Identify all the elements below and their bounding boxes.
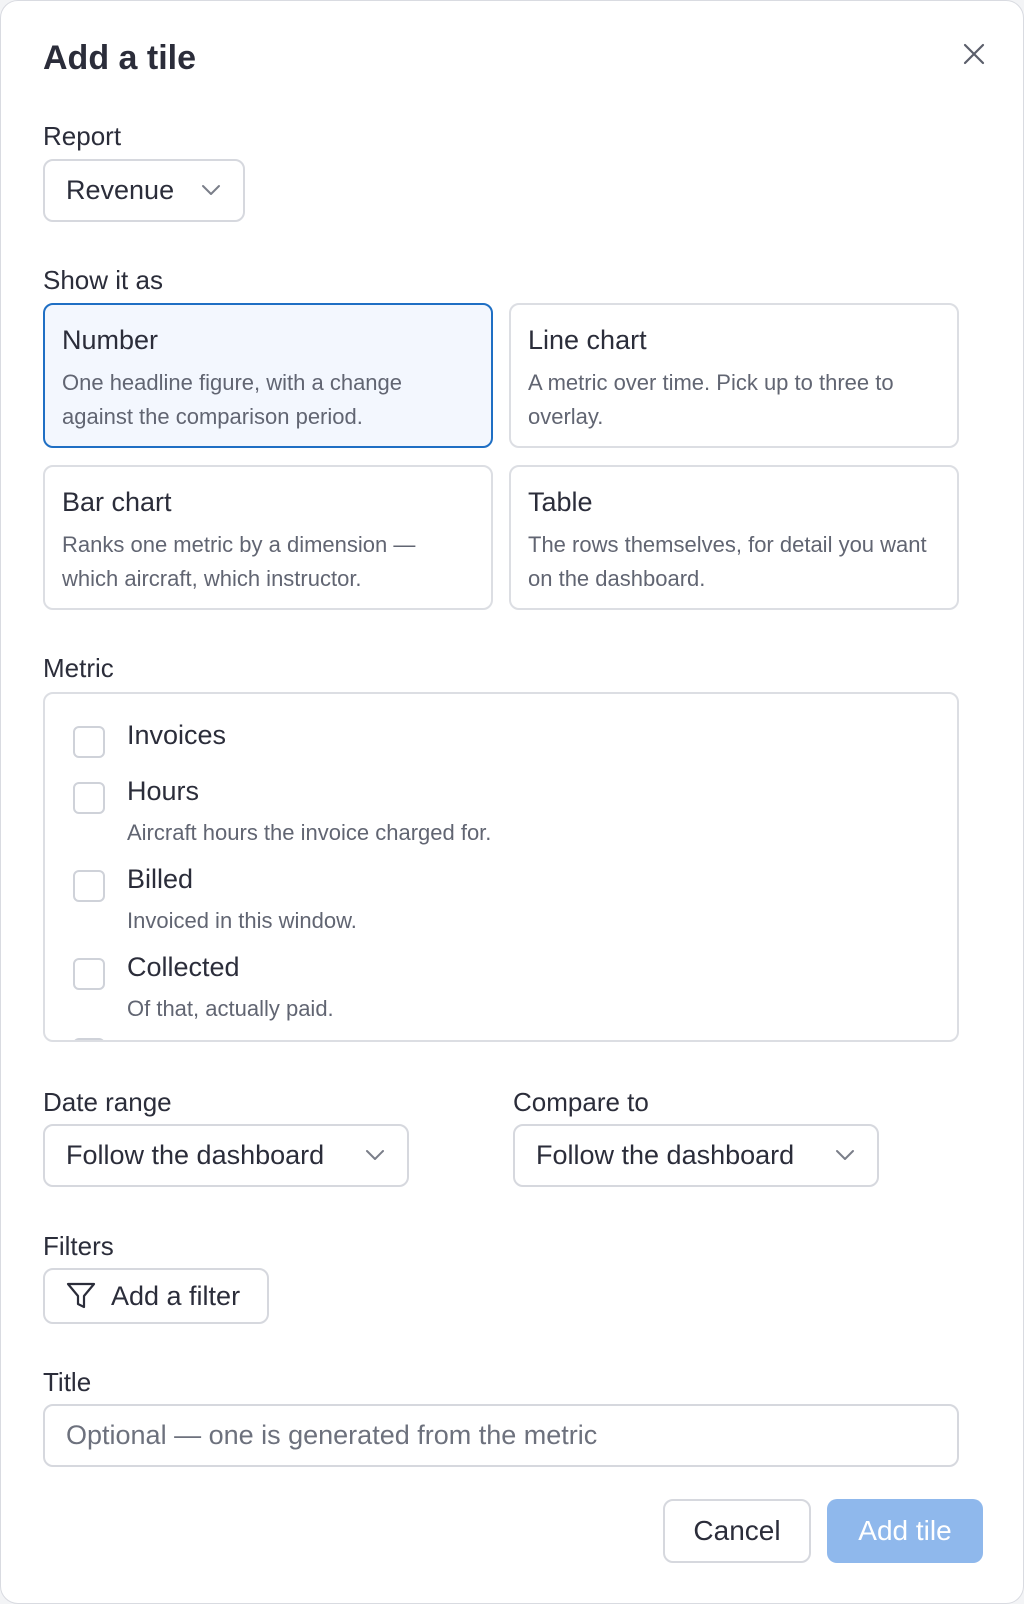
metric-checkbox <box>73 1038 105 1040</box>
chevron-down-icon <box>836 1150 854 1160</box>
metric-description: Aircraft hours the invoice charged for. <box>127 820 492 845</box>
metric-list[interactable]: Invoices Hours Aircraft hours the invoic… <box>43 692 959 1042</box>
option-title: Bar chart <box>62 487 172 517</box>
filter-icon <box>66 1282 96 1309</box>
date-range-select[interactable]: Follow the dashboard <box>43 1124 409 1187</box>
title-input[interactable] <box>43 1404 959 1467</box>
metric-label: Metric <box>43 653 114 683</box>
metric-description: Invoiced in this window. <box>127 908 357 933</box>
report-label: Report <box>43 121 122 151</box>
filters-label: Filters <box>43 1231 114 1261</box>
report-select[interactable]: Revenue <box>43 159 245 222</box>
option-title: Number <box>62 325 159 355</box>
show-as-option-number[interactable]: Number One headline figure, with a chang… <box>43 303 493 448</box>
metric-checkbox[interactable] <box>73 870 105 902</box>
option-title: Table <box>528 487 593 517</box>
compare-to-select[interactable]: Follow the dashboard <box>513 1124 879 1187</box>
show-as-label: Show it as <box>43 265 163 295</box>
add-filter-button[interactable]: Add a filter <box>43 1268 269 1324</box>
compare-to-label: Compare to <box>513 1087 649 1117</box>
chevron-down-icon <box>366 1150 384 1160</box>
add-tile-dialog: Add a tile Report Revenue Show it as Num… <box>0 0 1024 1604</box>
option-description: Ranks one metric by a dimension — which … <box>62 532 416 591</box>
metric-checkbox[interactable] <box>73 726 105 758</box>
metric-name: Invoices <box>127 720 227 750</box>
close-button[interactable] <box>956 36 992 72</box>
metric-name: Collected <box>127 952 240 982</box>
option-description: A metric over time. Pick up to three to … <box>528 370 894 429</box>
add-tile-button[interactable]: Add tile <box>827 1499 983 1563</box>
title-label: Title <box>43 1367 92 1397</box>
cancel-button[interactable]: Cancel <box>663 1499 811 1563</box>
metric-name: Hours <box>127 776 200 806</box>
chevron-down-icon <box>202 185 220 195</box>
metric-name: Billed <box>127 864 194 894</box>
report-value: Revenue <box>66 175 175 205</box>
metric-description: Of that, actually paid. <box>127 996 334 1021</box>
close-icon <box>963 43 985 65</box>
show-as-option-table[interactable]: Table The rows themselves, for detail yo… <box>509 465 959 610</box>
date-range-value: Follow the dashboard <box>66 1140 325 1170</box>
option-description: The rows themselves, for detail you want… <box>528 532 927 591</box>
option-description: One headline figure, with a change again… <box>62 370 403 429</box>
compare-to-value: Follow the dashboard <box>536 1140 795 1170</box>
metric-checkbox[interactable] <box>73 958 105 990</box>
show-as-option-bar-chart[interactable]: Bar chart Ranks one metric by a dimensio… <box>43 465 493 610</box>
date-range-label: Date range <box>43 1087 172 1117</box>
show-as-option-line-chart[interactable]: Line chart A metric over time. Pick up t… <box>509 303 959 448</box>
dialog-title: Add a tile <box>43 39 197 77</box>
metric-checkbox[interactable] <box>73 782 105 814</box>
option-title: Line chart <box>528 325 647 355</box>
add-filter-label: Add a filter <box>111 1280 241 1311</box>
